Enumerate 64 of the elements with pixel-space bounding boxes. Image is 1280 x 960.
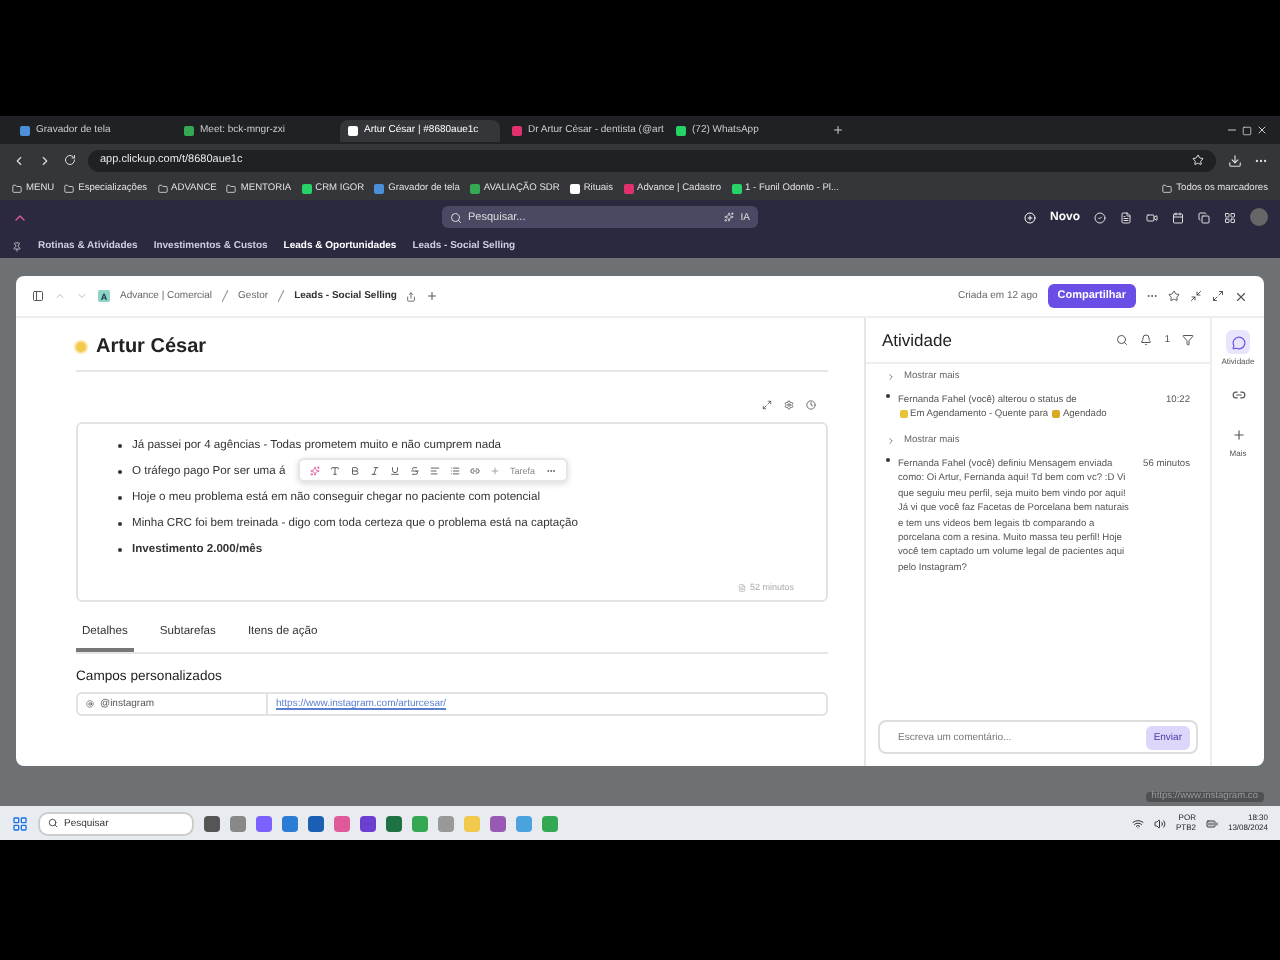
favicon-icon [374, 183, 385, 193]
bold-icon[interactable] [350, 465, 360, 475]
minimize-icon[interactable] [1226, 124, 1238, 136]
document-icon [737, 583, 746, 591]
close-icon[interactable] [1234, 289, 1248, 303]
maximize-icon[interactable] [1242, 125, 1252, 135]
toolbar-icon[interactable] [1224, 211, 1236, 223]
at-sign-icon [86, 700, 94, 708]
folder-icon [12, 183, 22, 193]
expand-icon[interactable] [762, 400, 772, 410]
filter-icon[interactable] [1182, 334, 1194, 346]
rail-icon[interactable] [1226, 330, 1250, 354]
italic-icon[interactable] [370, 465, 380, 475]
chevron-icon[interactable] [886, 435, 896, 446]
folder-icon [1162, 183, 1173, 193]
toolbar-icon[interactable] [1094, 211, 1106, 223]
favicon-icon [731, 183, 742, 193]
forward-icon[interactable] [38, 153, 52, 167]
add-icon[interactable] [426, 290, 439, 302]
favicon-icon [569, 183, 580, 193]
minimize-icon[interactable] [1190, 290, 1202, 302]
folder-icon [157, 183, 168, 193]
search-icon [450, 211, 462, 223]
toolbar-icon[interactable] [1172, 211, 1184, 223]
volume-icon[interactable] [1153, 817, 1166, 829]
favicon-icon [623, 183, 633, 193]
folder-icon [64, 183, 75, 193]
strikethrough-icon[interactable] [410, 465, 420, 475]
underline-icon[interactable] [390, 465, 400, 475]
toolbar-icon[interactable] [1198, 211, 1210, 223]
pin-icon[interactable] [12, 241, 22, 251]
favicon-icon [301, 183, 312, 193]
sparkle-icon [724, 212, 735, 222]
search-icon[interactable] [1116, 334, 1129, 346]
chevron-icon[interactable] [886, 372, 896, 382]
wifi-icon[interactable] [1131, 817, 1144, 829]
new-tab-icon[interactable] [832, 124, 844, 136]
avatar-icon[interactable] [1250, 208, 1268, 226]
bell-icon[interactable] [1140, 334, 1153, 346]
settings-icon[interactable] [784, 400, 794, 410]
ai-icon[interactable] [310, 465, 320, 475]
sidebar-icon[interactable] [32, 290, 44, 302]
clock-icon[interactable] [806, 400, 816, 410]
plus-circle-icon [1024, 211, 1036, 223]
plus-icon [490, 465, 500, 475]
folder-icon [226, 183, 237, 193]
toolbar-icon[interactable] [1146, 211, 1158, 223]
download-icon[interactable] [1228, 153, 1242, 167]
start-icon[interactable] [12, 815, 28, 831]
link-icon[interactable] [470, 465, 480, 475]
toolbar-icon[interactable] [1120, 211, 1132, 223]
favicon-icon [469, 183, 480, 193]
activity-title: Atividade [882, 330, 954, 350]
slash-icon [278, 290, 285, 302]
task-title: Artur César [96, 336, 207, 358]
battery-icon[interactable] [1205, 817, 1218, 829]
share-icon[interactable] [406, 291, 417, 301]
status-dot [76, 342, 86, 352]
slash-icon [222, 290, 229, 302]
back-icon[interactable] [12, 153, 26, 167]
reload-icon[interactable] [64, 154, 76, 166]
search-icon [48, 818, 58, 828]
star-icon[interactable] [1168, 290, 1180, 302]
text-style-icon[interactable] [330, 465, 340, 475]
